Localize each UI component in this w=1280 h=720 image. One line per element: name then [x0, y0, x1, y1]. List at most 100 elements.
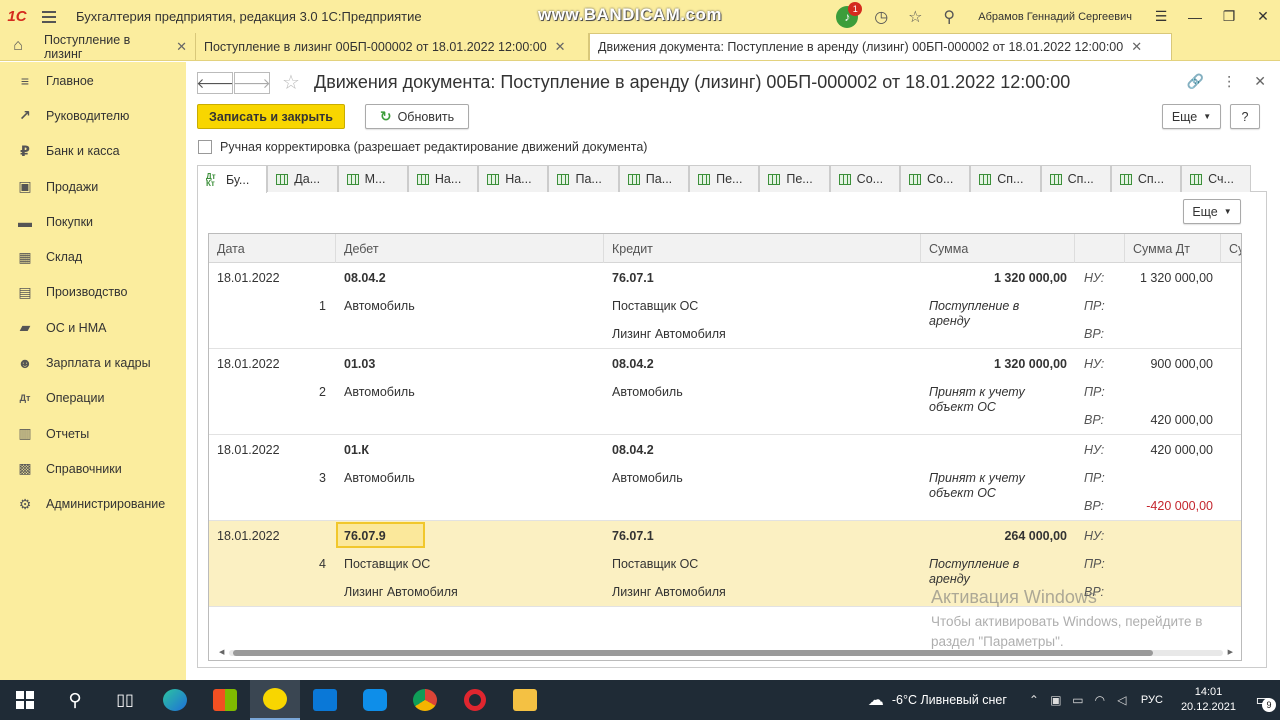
section-bank[interactable]: ₽ Банк и касса	[0, 134, 186, 169]
tab-register-3[interactable]: М...	[337, 165, 408, 192]
search-icon[interactable]: ⚲	[50, 680, 100, 720]
tab-register-2[interactable]: Да...	[267, 165, 338, 192]
tab-register-10[interactable]: Со...	[829, 165, 900, 192]
col-date[interactable]: Дата	[209, 234, 336, 263]
action-center-icon[interactable]: ▭9	[1246, 680, 1280, 720]
activation-text: Чтобы активировать Windows, перейдите в …	[931, 614, 1203, 649]
network-icon[interactable]: ▭	[1067, 693, 1089, 707]
weather-icon[interactable]: ☁	[868, 690, 884, 710]
minimize-button[interactable]: —	[1178, 0, 1212, 33]
teamviewer-icon[interactable]	[350, 680, 400, 720]
back-arrow-icon[interactable]: 🡐	[196, 72, 234, 94]
action-center-count: 9	[1262, 698, 1276, 712]
settings-icon[interactable]: ☰	[1144, 0, 1178, 33]
truck-icon: ▰	[19, 319, 31, 336]
start-button[interactable]	[0, 680, 50, 720]
close-button[interactable]: ✕	[1246, 0, 1280, 33]
mail-icon[interactable]	[300, 680, 350, 720]
link-icon[interactable]: 🔗	[1187, 73, 1204, 90]
chrome-icon[interactable]	[400, 680, 450, 720]
task-view-icon[interactable]: ▯▯	[100, 680, 150, 720]
search-icon[interactable]: ⚲	[932, 0, 966, 33]
tab-register-13[interactable]: Сп...	[1040, 165, 1111, 192]
close-icon[interactable]: ✕	[555, 39, 566, 55]
tab-register-6[interactable]: Па...	[548, 165, 619, 192]
close-icon[interactable]: ✕	[1131, 39, 1142, 55]
save-and-close-button[interactable]: Записать и закрыть	[197, 104, 345, 129]
tab-accounting[interactable]: Дт Кт Бу...	[197, 165, 268, 193]
open-tab-2[interactable]: Поступление в лизинг 00БП-000002 от 18.0…	[196, 33, 589, 60]
table-row[interactable]: 18.01.2022 1 08.04.2 Автомобиль 76.07.1 …	[209, 263, 1241, 349]
col-type[interactable]	[1075, 234, 1125, 263]
wifi-icon[interactable]: ◠	[1089, 693, 1111, 707]
tab-register-8[interactable]: Пе...	[689, 165, 760, 192]
restore-button[interactable]: ❐	[1212, 0, 1246, 33]
forward-arrow-icon[interactable]: 🡒	[233, 72, 271, 94]
user-name[interactable]: Абрамов Геннадий Сергеевич	[966, 11, 1144, 23]
section-fixed-assets[interactable]: ▰ ОС и НМА	[0, 310, 186, 345]
store-icon[interactable]	[200, 680, 250, 720]
notifications-button[interactable]: ♪ 1	[830, 0, 864, 33]
section-manager[interactable]: ↗ Руководителю	[0, 98, 186, 133]
section-payroll[interactable]: ☻ Зарплата и кадры	[0, 345, 186, 380]
section-main[interactable]: ≡ Главное	[0, 63, 186, 98]
section-warehouse[interactable]: ▦ Склад	[0, 239, 186, 274]
input-language[interactable]: РУС	[1133, 694, 1171, 706]
favorites-icon[interactable]: ☆	[898, 0, 932, 33]
volume-icon[interactable]: ◁	[1111, 693, 1133, 707]
tab-register-11[interactable]: Со...	[899, 165, 971, 192]
section-catalogs[interactable]: ▩ Справочники	[0, 451, 186, 486]
tab-register-14[interactable]: Сп...	[1110, 165, 1182, 192]
row-date: 18.01.2022	[217, 357, 280, 371]
clock[interactable]: 14:01 20.12.2021	[1171, 685, 1246, 715]
history-icon[interactable]: ◷	[864, 0, 898, 33]
open-tab-1[interactable]: Поступление в лизинг ✕	[36, 33, 196, 61]
explorer-icon[interactable]	[500, 680, 550, 720]
weather-text[interactable]: -6°C Ливневый снег	[892, 693, 1007, 707]
table-row[interactable]: 18.01.2022 3 01.К Автомобиль 08.04.2 Авт…	[209, 435, 1241, 521]
favorite-star-icon[interactable]: ☆	[282, 70, 300, 95]
edge-icon[interactable]	[150, 680, 200, 720]
col-debit[interactable]: Дебет	[336, 234, 604, 263]
table-more-button[interactable]: Еще ▼	[1183, 199, 1241, 224]
1c-app-icon[interactable]	[250, 680, 300, 720]
taskbar: ⚲ ▯▯ ☁ -6°C Ливневый снег ⌃ ▣ ▭ ◠ ◁ РУС …	[0, 680, 1280, 720]
opera-icon[interactable]	[450, 680, 500, 720]
table-row[interactable]: 18.01.2022 2 01.03 Автомобиль 08.04.2 Ав…	[209, 349, 1241, 435]
menu-icon[interactable]	[34, 0, 64, 33]
close-form-icon[interactable]: ✕	[1254, 73, 1266, 90]
tab-register-4[interactable]: На...	[407, 165, 479, 192]
close-icon[interactable]: ✕	[176, 39, 187, 55]
more-button[interactable]: Еще ▼	[1162, 104, 1221, 129]
section-production[interactable]: ▤ Производство	[0, 275, 186, 310]
more-vertical-icon[interactable]: ⋮	[1222, 73, 1236, 90]
section-label: Склад	[46, 250, 83, 265]
col-sum-dt[interactable]: Сумма Дт	[1125, 234, 1221, 263]
section-sales[interactable]: ▣ Продажи	[0, 169, 186, 204]
open-tab-3[interactable]: Движения документа: Поступление в аренду…	[589, 33, 1172, 60]
manual-correction-checkbox[interactable]	[198, 140, 212, 154]
home-icon[interactable]: ⌂	[0, 32, 36, 60]
camera-icon[interactable]: ▣	[1045, 693, 1067, 707]
section-operations[interactable]: Дт Операции	[0, 381, 186, 416]
section-label: Покупки	[46, 214, 94, 229]
tab-register-5[interactable]: На...	[478, 165, 549, 192]
tab-register-9[interactable]: Пе...	[759, 165, 830, 192]
refresh-button[interactable]: ↻ Обновить	[365, 104, 469, 129]
tab-register-7[interactable]: Па...	[618, 165, 690, 192]
col-sum-kt[interactable]: Су	[1221, 234, 1241, 263]
help-button[interactable]: ?	[1230, 104, 1260, 129]
tab-register-12[interactable]: Сп...	[970, 165, 1041, 192]
row-date: 18.01.2022	[217, 529, 280, 543]
tab-register-15[interactable]: Сч...	[1181, 165, 1252, 192]
chevron-up-icon[interactable]: ⌃	[1023, 693, 1045, 707]
refresh-icon: ↻	[379, 108, 392, 124]
section-admin[interactable]: ⚙ Администрирование	[0, 487, 186, 522]
section-purchases[interactable]: ▬ Покупки	[0, 204, 186, 239]
section-reports[interactable]: ▥ Отчеты	[0, 416, 186, 451]
more-label: Еще	[1192, 204, 1218, 219]
row-credit-sub2: Лизинг Автомобиля	[612, 585, 726, 599]
scroll-left-icon[interactable]: ◀	[219, 648, 224, 656]
col-sum[interactable]: Сумма	[921, 234, 1075, 263]
col-credit[interactable]: Кредит	[604, 234, 921, 263]
